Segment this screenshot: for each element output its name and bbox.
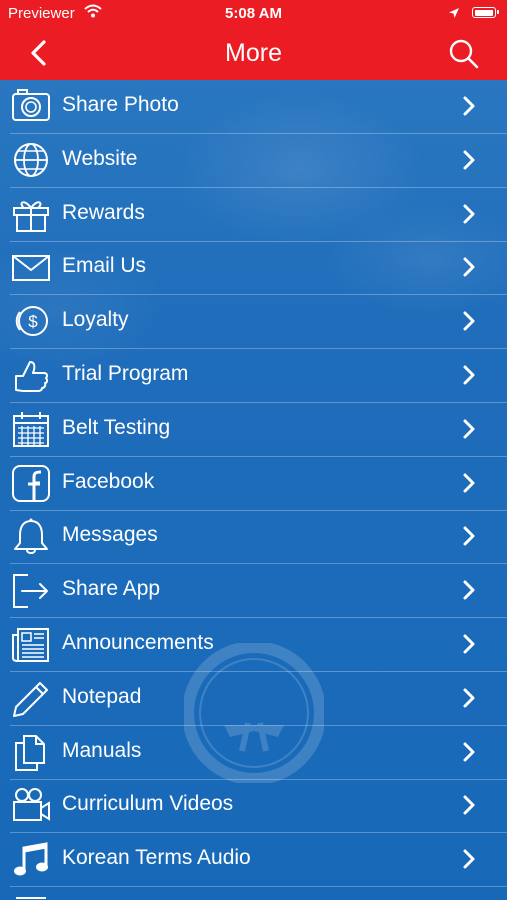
menu-item-label: Announcements	[62, 631, 214, 654]
pencil-icon	[10, 679, 52, 717]
menu-item-rewards[interactable]: Rewards	[0, 188, 507, 242]
chevron-right-icon	[460, 579, 478, 601]
chevron-right-icon	[460, 149, 478, 171]
page-title: More	[225, 39, 282, 67]
location-arrow-icon	[448, 6, 460, 23]
menu-item-manuals[interactable]: Manuals	[0, 726, 507, 780]
documents-icon	[10, 733, 52, 771]
calendar-icon	[10, 410, 52, 448]
search-icon	[449, 39, 479, 69]
gift-icon	[10, 195, 52, 233]
status-time: 5:08 AM	[225, 5, 282, 22]
menu-item-trial-program[interactable]: Trial Program	[0, 349, 507, 403]
coin-icon: $	[10, 302, 52, 340]
search-button[interactable]	[446, 36, 482, 72]
thumbs-up-icon	[10, 356, 52, 394]
menu-item-partial[interactable]	[0, 887, 507, 900]
navigation-bar: More	[0, 28, 507, 80]
chevron-right-icon	[460, 95, 478, 117]
menu-item-facebook[interactable]: Facebook	[0, 457, 507, 511]
menu-item-label: Rewards	[62, 200, 145, 224]
menu-item-notepad[interactable]: Notepad	[0, 672, 507, 726]
menu-item-label: Facebook	[62, 469, 155, 493]
menu-item-label: Korean Terms Audio	[62, 846, 251, 870]
menu-item-email-us[interactable]: Email Us	[0, 241, 507, 296]
chevron-right-icon	[460, 848, 478, 870]
menu-item-label: Belt Testing	[62, 415, 171, 439]
chevron-right-icon	[460, 364, 478, 386]
menu-item-announcements[interactable]: Announcements	[0, 618, 507, 672]
menu-item-label: Curriculum Videos	[62, 792, 234, 816]
menu-item-label: Messages	[62, 523, 158, 547]
chevron-right-icon	[460, 203, 478, 225]
menu-item-messages[interactable]: Messages	[0, 510, 507, 565]
bell-icon	[10, 517, 52, 555]
facebook-icon	[10, 464, 52, 502]
menu-item-label: Manuals	[62, 738, 142, 762]
menu-item-label: Notepad	[62, 684, 142, 708]
menu-item-label: Share Photo	[62, 93, 179, 116]
chevron-right-icon	[460, 472, 478, 494]
menu-item-korean-terms-audio[interactable]: Korean Terms Audio	[0, 833, 507, 888]
chevron-right-icon	[460, 687, 478, 709]
video-camera-icon	[10, 786, 52, 824]
menu-item-label: Website	[62, 146, 138, 170]
camera-icon	[10, 87, 52, 125]
menu-item-curriculum-videos[interactable]: Curriculum Videos	[0, 779, 507, 834]
chevron-right-icon	[460, 525, 478, 547]
menu-item-share-photo[interactable]: Share Photo	[0, 80, 507, 134]
chevron-right-icon	[460, 256, 478, 278]
chevron-right-icon	[460, 794, 478, 816]
menu-item-label: Loyalty	[62, 308, 129, 332]
globe-icon	[10, 141, 52, 179]
menu-item-loyalty[interactable]: $ Loyalty	[0, 295, 507, 350]
menu-item-label: Share App	[62, 577, 161, 601]
menu-list[interactable]: Share Photo Website Rewards Email Us $ Loyalt…	[0, 80, 507, 900]
battery-icon	[472, 7, 499, 18]
menu-item-label: Email Us	[62, 254, 147, 278]
menu-item-website[interactable]: Website	[0, 134, 507, 188]
newspaper-icon	[10, 625, 52, 663]
envelope-icon	[10, 248, 52, 286]
menu-item-share-app[interactable]: Share App	[0, 564, 507, 619]
menu-item-label: Trial Program	[62, 362, 189, 385]
svg-text:$: $	[28, 312, 38, 331]
chevron-right-icon	[460, 418, 478, 440]
chevron-right-icon	[460, 310, 478, 332]
share-icon	[10, 571, 52, 609]
partial-icon	[10, 894, 52, 900]
menu-item-belt-testing[interactable]: Belt Testing	[0, 403, 507, 457]
music-note-icon	[10, 840, 52, 878]
status-bar: Previewer 5:08 AM	[0, 0, 507, 28]
chevron-right-icon	[460, 633, 478, 655]
chevron-right-icon	[460, 741, 478, 763]
